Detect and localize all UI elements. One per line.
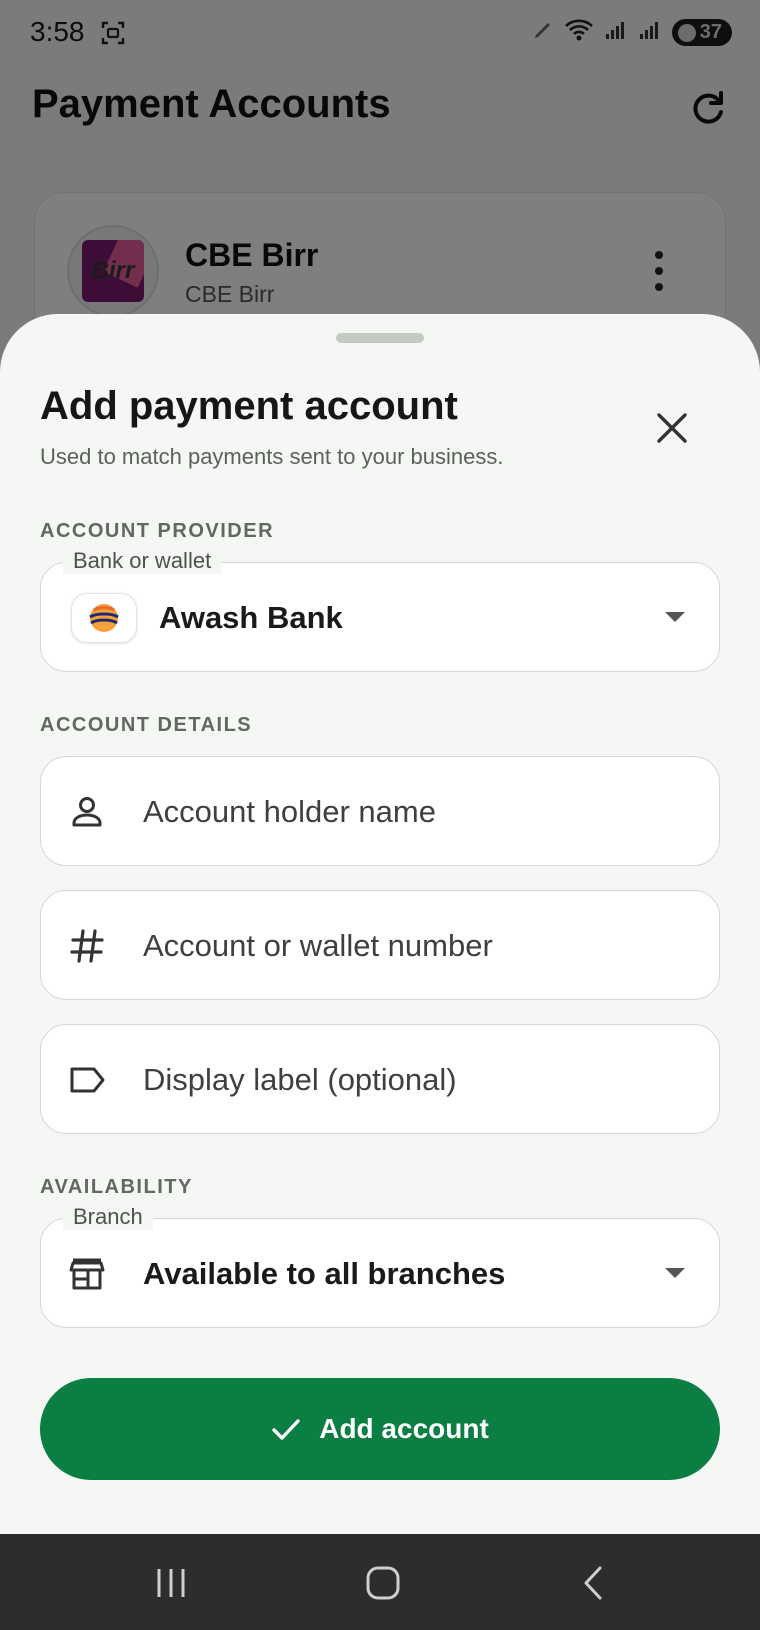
back-button[interactable] bbox=[570, 1558, 620, 1608]
store-icon bbox=[67, 1254, 107, 1294]
add-account-sheet: Add payment account Used to match paymen… bbox=[0, 314, 760, 1534]
add-account-label: Add account bbox=[319, 1413, 489, 1444]
check-icon bbox=[272, 1419, 300, 1440]
account-holder-field[interactable]: Account holder name bbox=[40, 756, 720, 866]
branch-legend: Branch bbox=[63, 1204, 153, 1230]
drag-handle[interactable] bbox=[336, 333, 424, 343]
account-holder-placeholder: Account holder name bbox=[143, 794, 436, 829]
branch-select[interactable]: Branch Available to all branches bbox=[40, 1204, 720, 1328]
details-section-label: ACCOUNT DETAILS bbox=[40, 714, 253, 736]
sheet-title: Add payment account bbox=[40, 384, 458, 428]
back-icon bbox=[584, 1566, 602, 1600]
logo-text: Birr bbox=[91, 257, 135, 284]
chevron-down-icon bbox=[665, 612, 685, 622]
recents-button[interactable] bbox=[146, 1558, 196, 1608]
provider-select[interactable]: Bank or wallet Awash Bank bbox=[40, 548, 720, 672]
chevron-down-icon bbox=[665, 1268, 685, 1278]
system-nav-bar bbox=[0, 1534, 760, 1630]
home-button[interactable] bbox=[358, 1558, 408, 1608]
provider-section-label: ACCOUNT PROVIDER bbox=[40, 520, 275, 542]
account-number-field[interactable]: Account or wallet number bbox=[40, 890, 720, 1000]
person-icon bbox=[67, 792, 107, 832]
sheet-subtitle: Used to match payments sent to your busi… bbox=[40, 444, 504, 469]
home-icon bbox=[366, 1566, 400, 1600]
awash-bank-logo bbox=[71, 593, 137, 643]
recents-icon bbox=[157, 1569, 185, 1597]
close-button[interactable] bbox=[650, 406, 694, 450]
display-label-placeholder: Display label (optional) bbox=[143, 1062, 457, 1097]
provider-value: Awash Bank bbox=[159, 600, 343, 635]
add-account-button[interactable]: Add account bbox=[40, 1378, 720, 1480]
close-icon bbox=[657, 413, 687, 443]
display-label-field[interactable]: Display label (optional) bbox=[40, 1024, 720, 1134]
hash-icon bbox=[67, 926, 107, 966]
availability-section-label: AVAILABILITY bbox=[40, 1176, 193, 1198]
branch-value: Available to all branches bbox=[143, 1256, 506, 1291]
account-number-placeholder: Account or wallet number bbox=[143, 928, 493, 963]
label-icon bbox=[67, 1060, 107, 1100]
